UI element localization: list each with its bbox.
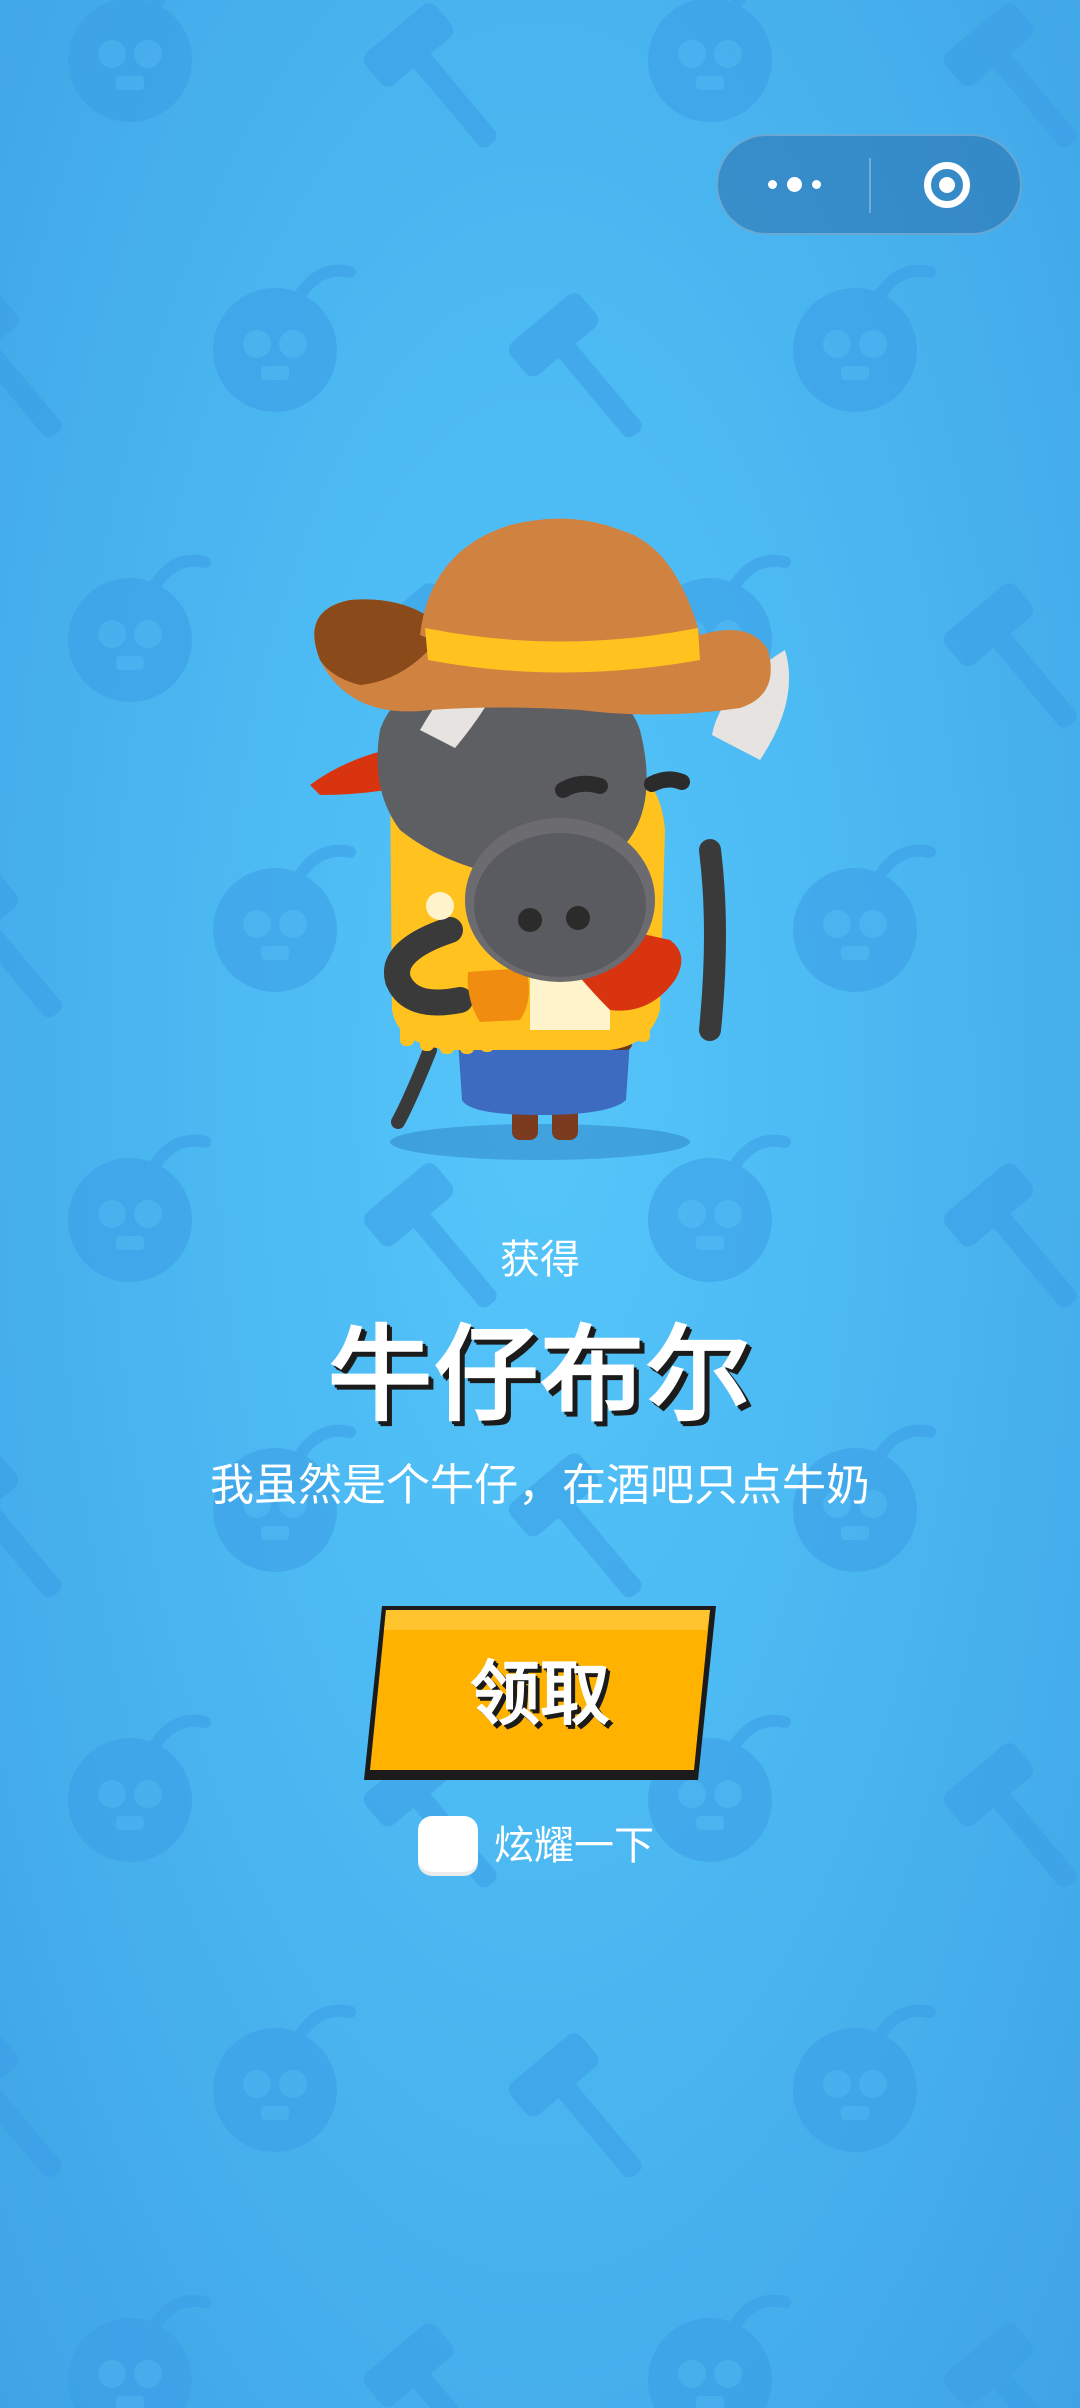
bomb-pattern-icon [68,1721,205,1862]
bomb-pattern-icon [68,2301,205,2408]
claim-label: 领取 [470,1652,610,1735]
bomb-pattern-icon [213,271,350,412]
showoff-label: 炫耀一下 [494,1823,654,1869]
claim-button[interactable]: 领取 [362,1600,718,1784]
bomb-pattern-icon [648,0,785,122]
hammer-pattern-icon [0,869,92,1044]
bomb-pattern-icon [648,2301,785,2408]
bomb-pattern-icon [68,0,205,122]
bomb-pattern-icon [793,271,930,412]
hammer-pattern-icon [359,2319,527,2408]
background-pattern [0,0,1080,2408]
hammer-pattern-icon [359,0,527,174]
more-button[interactable] [718,136,870,233]
cowboy-bull-character [310,518,790,1160]
reward-title: 牛仔布尔 [327,1314,752,1436]
showoff-toggle[interactable]: 炫耀一下 [418,1815,654,1877]
hammer-pattern-icon [504,289,672,464]
hammer-pattern-icon [0,2029,92,2204]
target-circle-icon [923,161,970,208]
close-button[interactable] [871,136,1022,233]
bomb-pattern-icon [793,2011,930,2152]
hammer-pattern-icon [0,289,92,464]
bomb-pattern-icon [68,561,205,702]
hammer-pattern-icon [939,579,1080,754]
reward-get-label: 获得 [500,1237,580,1283]
hammer-pattern-icon [939,2319,1080,2408]
hammer-pattern-icon [504,2029,672,2204]
bomb-pattern-icon [213,2011,350,2152]
hammer-pattern-icon [939,1739,1080,1914]
mini-program-capsule [716,134,1022,235]
showoff-checkbox[interactable] [418,1816,478,1876]
more-dots-icon [767,177,821,192]
reward-description: 我虽然是个牛仔，在酒吧只点牛奶 [210,1460,870,1511]
